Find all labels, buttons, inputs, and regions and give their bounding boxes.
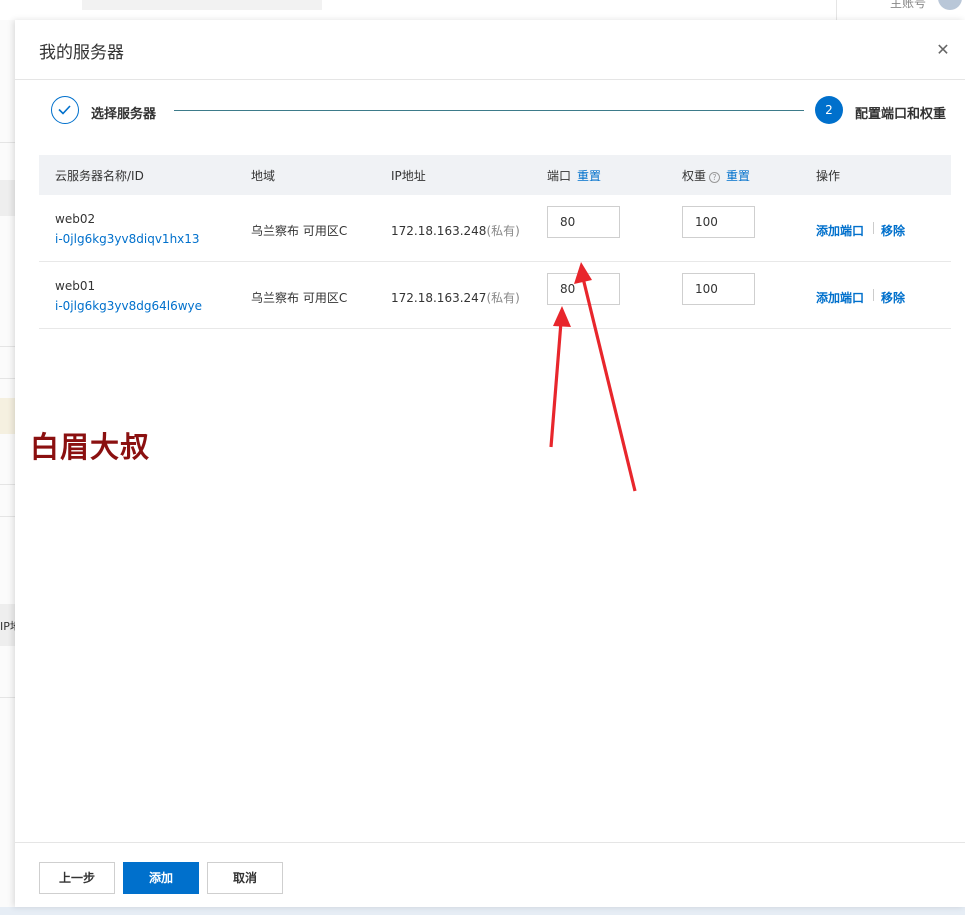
- previous-step-button[interactable]: 上一步: [39, 862, 115, 894]
- header-ip: IP地址: [391, 169, 426, 183]
- header-weight: 权重? 重置: [682, 167, 750, 184]
- server-ip-type: (私有): [486, 224, 520, 238]
- server-id-link[interactable]: i-0jlg6kg3yv8diqv1hx13: [55, 232, 200, 246]
- table-row: web01 i-0jlg6kg3yv8dg64l6wye 乌兰察布 可用区C 1…: [39, 262, 951, 329]
- help-icon[interactable]: ?: [709, 172, 721, 183]
- footer-divider: [15, 842, 965, 843]
- port-input[interactable]: [547, 273, 620, 305]
- weight-input[interactable]: [682, 273, 755, 305]
- background-cell: [0, 398, 15, 434]
- background-bottom-bar: [0, 907, 965, 915]
- port-reset-link[interactable]: 重置: [577, 169, 601, 183]
- add-port-link[interactable]: 添加端口: [816, 289, 864, 306]
- background-search-box: [82, 0, 322, 10]
- drawer-header: 我的服务器 ✕: [15, 20, 965, 80]
- step-2-indicator: 2: [815, 96, 843, 124]
- port-input[interactable]: [547, 206, 620, 238]
- header-weight-label: 权重: [682, 169, 707, 183]
- action-separator: [873, 289, 874, 301]
- close-icon[interactable]: ✕: [933, 40, 953, 60]
- server-ip-type: (私有): [486, 291, 520, 305]
- cancel-button[interactable]: 取消: [207, 862, 283, 894]
- header-name-id: 云服务器名称/ID: [55, 169, 144, 183]
- watermark-text: 白眉大叔: [30, 430, 151, 464]
- background-divider: [836, 0, 837, 20]
- background-row-line: [0, 142, 15, 143]
- add-port-link[interactable]: 添加端口: [816, 222, 864, 239]
- background-row-line: [0, 516, 15, 517]
- server-id-link[interactable]: i-0jlg6kg3yv8dg64l6wye: [55, 299, 202, 313]
- background-row-line: [0, 697, 15, 698]
- background-row-line: [0, 484, 15, 485]
- step-connector: [174, 110, 804, 111]
- background-account-label[interactable]: 主账号: [890, 0, 926, 11]
- action-separator: [873, 222, 874, 234]
- remove-link[interactable]: 移除: [881, 289, 905, 306]
- add-button[interactable]: 添加: [123, 862, 199, 894]
- server-region: 乌兰察布 可用区C: [251, 224, 348, 238]
- weight-input[interactable]: [682, 206, 755, 238]
- server-ip-address: 172.18.163.247: [391, 291, 487, 305]
- header-port-label: 端口: [547, 169, 572, 183]
- background-cell: [0, 180, 15, 216]
- step-2-label: 配置端口和权重: [855, 107, 947, 122]
- server-name: web01: [55, 279, 96, 293]
- remove-link[interactable]: 移除: [881, 222, 905, 239]
- step-1-label: 选择服务器: [91, 107, 157, 122]
- server-ip-address: 172.18.163.248: [391, 224, 487, 238]
- background-row-line: [0, 346, 15, 347]
- header-region: 地域: [251, 169, 276, 183]
- table-row: web02 i-0jlg6kg3yv8diqv1hx13 乌兰察布 可用区C 1…: [39, 195, 951, 262]
- server-name: web02: [55, 212, 96, 226]
- drawer-title: 我的服务器: [39, 43, 124, 63]
- check-icon: [58, 105, 71, 115]
- header-actions: 操作: [816, 169, 841, 183]
- background-page-edge: [0, 20, 15, 908]
- table-header: 云服务器名称/ID 地域 IP地址 端口 重置 权重? 重置 操作: [39, 155, 951, 195]
- server-ip: 172.18.163.248(私有): [391, 222, 520, 239]
- weight-reset-link[interactable]: 重置: [726, 169, 750, 183]
- background-row-line: [0, 378, 15, 379]
- header-port: 端口 重置: [547, 167, 601, 184]
- server-ip: 172.18.163.247(私有): [391, 289, 520, 306]
- server-region: 乌兰察布 可用区C: [251, 291, 348, 305]
- my-servers-drawer: 我的服务器 ✕ 选择服务器 2 配置端口和权重 云服务器名称/ID 地域 IP地…: [15, 20, 965, 907]
- step-1-indicator: [51, 96, 79, 124]
